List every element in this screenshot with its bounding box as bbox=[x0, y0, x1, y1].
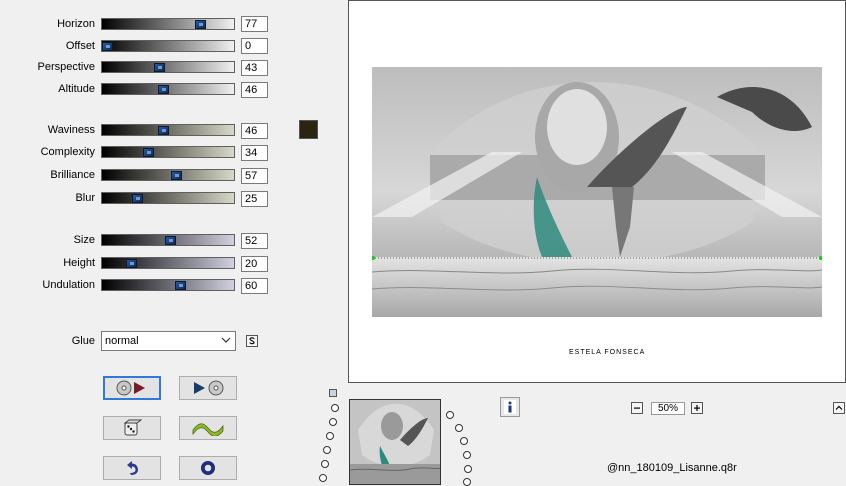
wave-icon bbox=[192, 423, 224, 436]
collapse-button[interactable] bbox=[833, 402, 845, 414]
zoom-in-button[interactable] bbox=[691, 402, 703, 414]
size-value-field[interactable]: 52 bbox=[241, 233, 268, 249]
altitude-slider-knob[interactable] bbox=[158, 85, 169, 94]
undulation-slider-knob[interactable] bbox=[175, 281, 186, 290]
glue-select[interactable]: normal bbox=[101, 331, 236, 351]
brilliance-slider[interactable] bbox=[101, 169, 235, 181]
zoom-value: 50% bbox=[651, 402, 685, 415]
binding-ring-icon bbox=[331, 404, 339, 412]
chevron-down-icon bbox=[221, 334, 231, 349]
preview-canvas[interactable]: ESTELA FONSECA bbox=[348, 0, 846, 383]
brilliance-value-field[interactable]: 57 bbox=[241, 168, 268, 184]
brilliance-label: Brilliance bbox=[50, 169, 95, 181]
binding-ring-icon bbox=[455, 424, 463, 432]
credit-text: ESTELA FONSECA bbox=[569, 349, 646, 356]
ring-icon bbox=[201, 461, 215, 475]
color-swatch[interactable] bbox=[299, 120, 318, 139]
zoom-out-button[interactable] bbox=[631, 402, 643, 414]
expand-toggle[interactable] bbox=[329, 389, 337, 397]
binding-ring-icon bbox=[319, 474, 327, 482]
brilliance-slider-knob[interactable] bbox=[171, 171, 182, 180]
save-preset-button[interactable] bbox=[179, 376, 237, 400]
disc-to-arrow-icon bbox=[116, 380, 145, 396]
complexity-value-field[interactable]: 34 bbox=[241, 145, 268, 161]
offset-slider-knob[interactable] bbox=[102, 42, 113, 51]
horizon-slider[interactable] bbox=[101, 18, 235, 30]
preview-image bbox=[372, 67, 822, 317]
thumbnail-image bbox=[350, 400, 440, 484]
horizon-value-field[interactable]: 77 bbox=[241, 16, 268, 32]
binding-ring-icon bbox=[446, 411, 454, 419]
complexity-label: Complexity bbox=[40, 146, 95, 158]
reset-button[interactable] bbox=[179, 456, 237, 480]
offset-slider[interactable] bbox=[101, 40, 235, 52]
glue-label: Glue bbox=[71, 335, 95, 347]
info-button[interactable] bbox=[500, 397, 520, 417]
undulation-label: Undulation bbox=[42, 279, 95, 291]
waviness-value-field[interactable]: 46 bbox=[241, 123, 268, 139]
chevron-up-icon bbox=[835, 405, 843, 410]
height-slider[interactable] bbox=[101, 257, 235, 269]
load-preset-button[interactable] bbox=[103, 376, 161, 400]
binding-ring-icon bbox=[326, 432, 334, 440]
binding-ring-icon bbox=[464, 465, 472, 473]
undulation-value-field[interactable]: 60 bbox=[241, 278, 268, 294]
offset-label: Offset bbox=[65, 40, 95, 52]
perspective-value-field[interactable]: 43 bbox=[241, 60, 268, 76]
horizon-slider-knob[interactable] bbox=[195, 20, 206, 29]
size-label: Size bbox=[73, 234, 95, 246]
waviness-slider[interactable] bbox=[101, 124, 235, 136]
altitude-value-field[interactable]: 46 bbox=[241, 82, 268, 98]
info-icon bbox=[504, 400, 516, 414]
perspective-slider-knob[interactable] bbox=[154, 63, 165, 72]
binding-ring-icon bbox=[329, 418, 337, 426]
altitude-label: Altitude bbox=[58, 83, 95, 95]
size-slider-knob[interactable] bbox=[165, 236, 176, 245]
preset-name: @nn_180109_Lisanne.q8r bbox=[607, 462, 737, 474]
complexity-slider[interactable] bbox=[101, 146, 235, 158]
altitude-slider[interactable] bbox=[101, 83, 235, 95]
complexity-slider-knob[interactable] bbox=[143, 148, 154, 157]
undo-arrow-icon bbox=[127, 461, 138, 475]
randomize-button[interactable] bbox=[103, 416, 161, 440]
preset-thumbnail[interactable] bbox=[349, 399, 441, 485]
height-slider-knob[interactable] bbox=[126, 259, 137, 268]
perspective-slider[interactable] bbox=[101, 61, 235, 73]
arrow-to-disc-icon bbox=[194, 380, 224, 396]
blur-slider-knob[interactable] bbox=[132, 194, 143, 203]
size-slider[interactable] bbox=[101, 234, 235, 246]
waviness-label: Waviness bbox=[47, 124, 95, 136]
blur-label: Blur bbox=[75, 192, 95, 204]
blur-value-field[interactable]: 25 bbox=[241, 191, 268, 207]
wave-reset-button[interactable] bbox=[179, 416, 237, 440]
blur-slider[interactable] bbox=[101, 192, 235, 204]
undo-button[interactable] bbox=[103, 456, 161, 480]
binding-ring-icon bbox=[323, 446, 331, 454]
dice-icon bbox=[123, 419, 142, 436]
offset-value-field[interactable]: 0 bbox=[241, 38, 268, 54]
waviness-slider-knob[interactable] bbox=[158, 126, 169, 135]
glue-select-value: normal bbox=[105, 335, 139, 347]
perspective-label: Perspective bbox=[37, 61, 95, 73]
height-label: Height bbox=[63, 257, 95, 269]
glue-settings-icon[interactable] bbox=[246, 335, 258, 347]
plugin-window: Horizon 77 Offset 0 Perspective 43 Altit… bbox=[0, 0, 846, 486]
height-value-field[interactable]: 20 bbox=[241, 256, 268, 272]
binding-ring-icon bbox=[463, 451, 471, 459]
binding-ring-icon bbox=[321, 460, 329, 468]
plus-icon bbox=[694, 405, 700, 411]
binding-ring-icon bbox=[460, 437, 468, 445]
minus-icon bbox=[634, 407, 640, 409]
horizon-label: Horizon bbox=[57, 18, 95, 30]
undulation-slider[interactable] bbox=[101, 279, 235, 291]
